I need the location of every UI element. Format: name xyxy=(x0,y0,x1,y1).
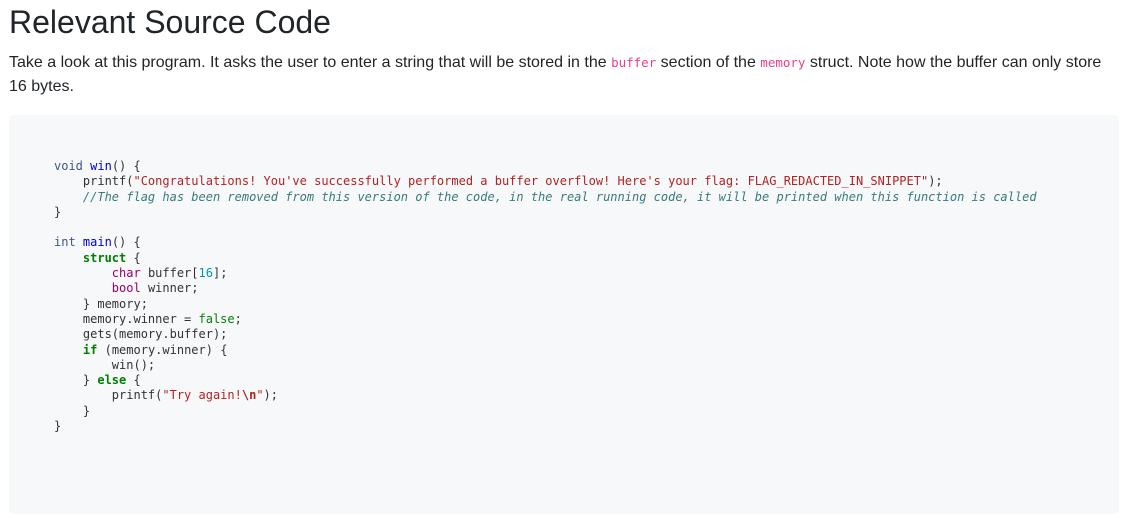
inline-code-memory: memory xyxy=(760,55,806,70)
keyword-int: int xyxy=(54,235,76,250)
inline-code-buffer: buffer xyxy=(611,55,657,70)
keyword-void: void xyxy=(54,159,83,173)
keyword-char: char xyxy=(111,266,141,281)
code-comment: //The flag has been removed from this ve… xyxy=(82,189,1037,204)
gets-call: gets(memory.buffer); xyxy=(82,327,228,342)
winner-assignment: memory.winner = xyxy=(82,311,199,326)
struct-close: } memory; xyxy=(82,296,148,311)
try-again-string: "Try again! xyxy=(162,388,242,403)
value-false: false xyxy=(198,311,235,326)
if-condition: (memory.winner) { xyxy=(104,342,228,357)
keyword-if: if xyxy=(82,342,98,357)
keyword-bool: bool xyxy=(111,281,141,296)
code-block: void win() { printf("Congratulations! Yo… xyxy=(9,115,1119,514)
printf-call: printf( xyxy=(82,174,134,189)
buffer-declaration: buffer[ xyxy=(147,266,199,281)
congrats-string: "Congratulations! You've successfully pe… xyxy=(133,174,929,189)
keyword-else: else xyxy=(97,373,127,388)
intro-text-before: Take a look at this program. It asks the… xyxy=(9,54,612,71)
source-code: void win() { printf("Congratulations! Yo… xyxy=(54,159,1037,434)
string-close-quote: " xyxy=(256,388,264,403)
buffer-size: 16 xyxy=(198,266,213,281)
newline-escape: \n xyxy=(241,388,257,403)
intro-paragraph: Take a look at this program. It asks the… xyxy=(9,51,1119,99)
function-name-main: main xyxy=(82,235,112,250)
win-call: win(); xyxy=(111,357,156,372)
function-name-win: win xyxy=(90,159,112,173)
printf-call-2: printf( xyxy=(111,388,163,403)
intro-text-middle: section of the xyxy=(656,54,761,71)
winner-declaration: winner; xyxy=(147,281,199,296)
page: Relevant Source Code Take a look at this… xyxy=(0,0,1128,524)
page-title: Relevant Source Code xyxy=(9,4,331,40)
keyword-struct: struct xyxy=(82,250,127,265)
